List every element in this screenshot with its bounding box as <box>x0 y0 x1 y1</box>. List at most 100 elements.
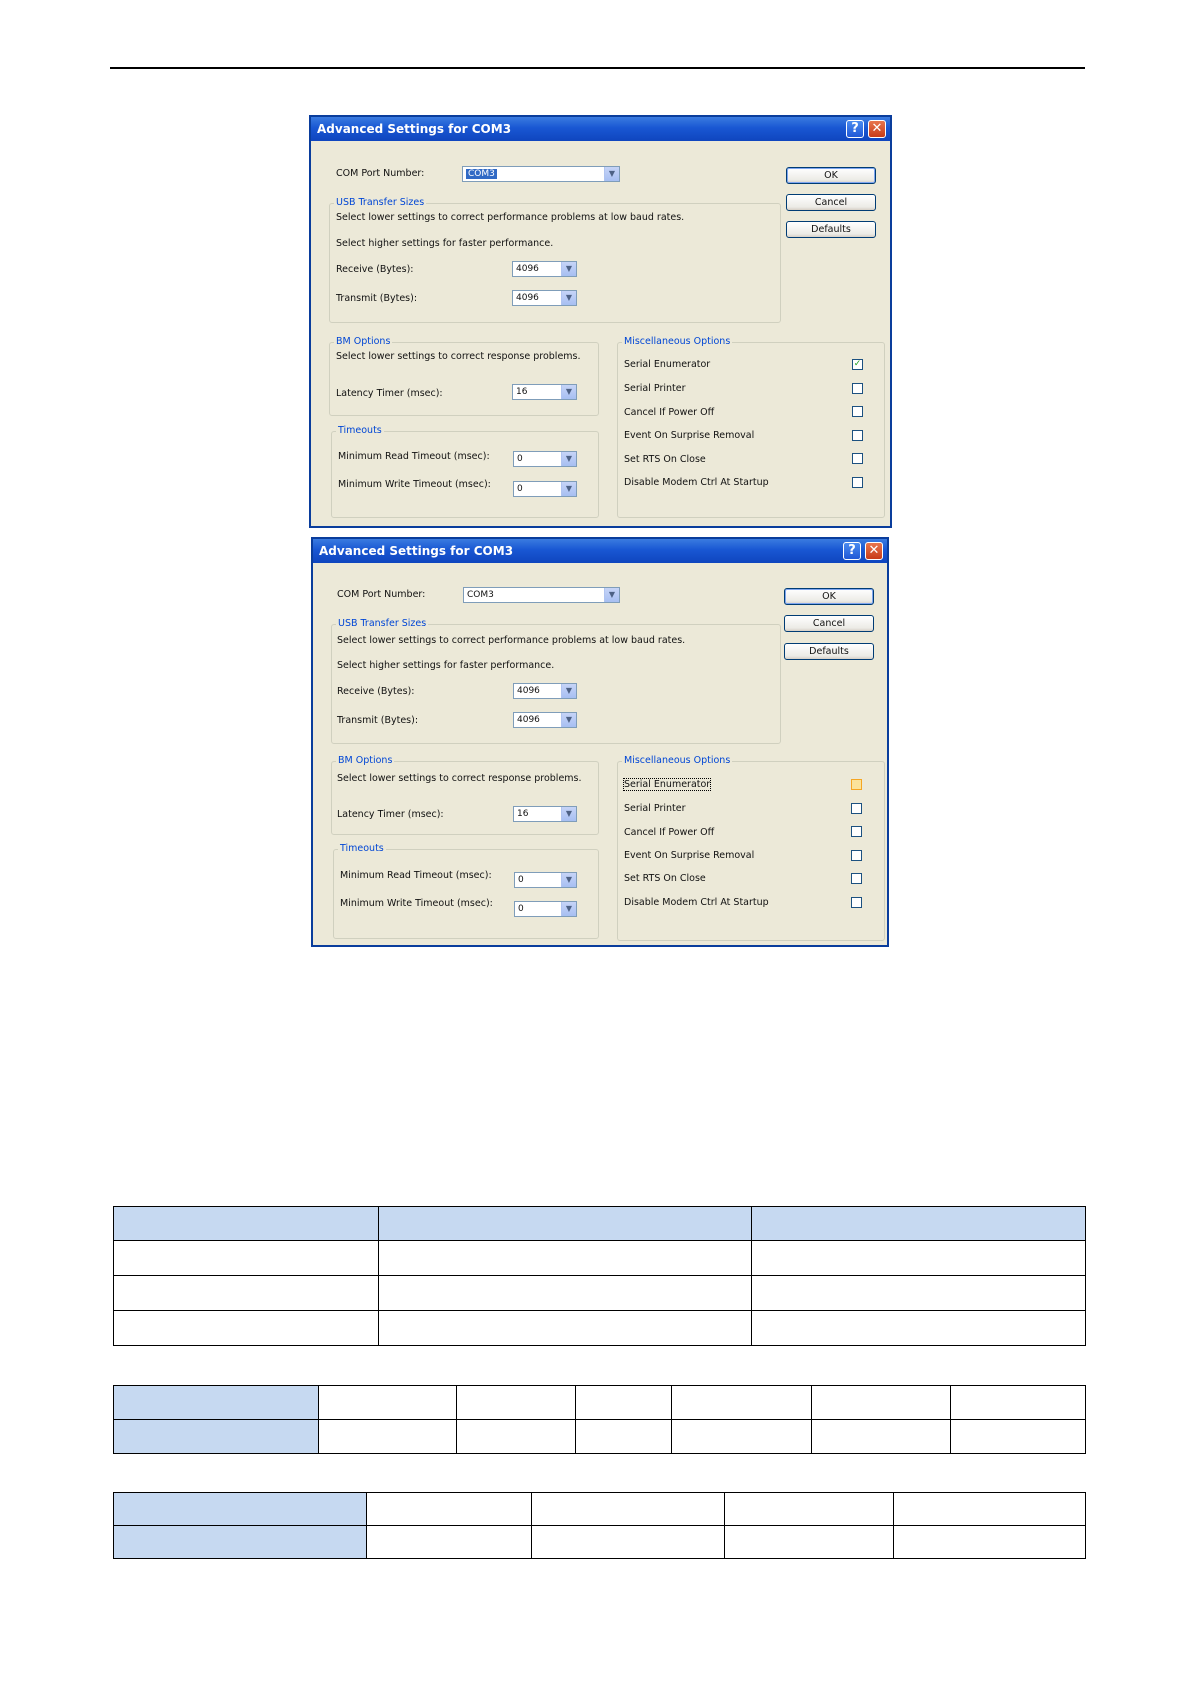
usb-note-higher: Select higher settings for faster perfor… <box>337 660 555 671</box>
misc-option-label: Disable Modem Ctrl At Startup <box>624 897 769 908</box>
chevron-down-icon[interactable]: ▼ <box>561 902 576 916</box>
close-icon[interactable]: ✕ <box>868 120 886 138</box>
table-row <box>113 1492 1086 1526</box>
usb-note-lower: Select lower settings to correct perform… <box>336 212 685 223</box>
table-1 <box>113 1206 1086 1346</box>
dialog-title-bar[interactable]: Advanced Settings for COM3 <box>311 117 890 141</box>
misc-group-legend: Miscellaneous Options <box>622 336 733 347</box>
bm-group-legend: BM Options <box>336 755 395 766</box>
write-timeout-label: Minimum Write Timeout (msec): <box>340 898 493 909</box>
latency-value: 16 <box>517 809 529 819</box>
advanced-settings-dialog-1: Advanced Settings for COM3 ? ✕ COM Port … <box>309 115 892 528</box>
transmit-label: Transmit (Bytes): <box>337 715 419 726</box>
checkbox-serial-enumerator[interactable]: ✓ <box>852 359 863 370</box>
table-cell <box>318 1419 457 1454</box>
help-icon[interactable]: ? <box>846 120 864 138</box>
misc-option-label: Serial Printer <box>624 383 686 394</box>
table-header-cell <box>113 1385 319 1420</box>
read-timeout-select[interactable]: 0 ▼ <box>513 451 577 467</box>
table-header-row <box>113 1206 1086 1241</box>
checkbox-set-rts-on-close[interactable] <box>851 873 862 884</box>
cancel-button[interactable]: Cancel <box>784 615 874 632</box>
defaults-button[interactable]: Defaults <box>784 643 874 660</box>
misc-option-label: Event On Surprise Removal <box>624 850 755 861</box>
close-icon[interactable]: ✕ <box>865 542 883 560</box>
table-cell <box>531 1525 725 1559</box>
read-timeout-select[interactable]: 0 ▼ <box>514 872 577 888</box>
table-cell <box>671 1419 812 1454</box>
checkbox-serial-enumerator[interactable] <box>851 779 862 790</box>
latency-select[interactable]: 16 ▼ <box>512 384 577 400</box>
misc-option-label: Set RTS On Close <box>624 873 706 884</box>
chevron-down-icon[interactable]: ▼ <box>561 684 576 698</box>
receive-select[interactable]: 4096 ▼ <box>513 683 577 699</box>
chevron-down-icon[interactable]: ▼ <box>561 713 576 727</box>
usb-group-legend: USB Transfer Sizes <box>334 197 427 208</box>
chevron-down-icon[interactable]: ▼ <box>604 167 619 181</box>
timeouts-group-legend: Timeouts <box>336 425 384 436</box>
chevron-down-icon[interactable]: ▼ <box>561 873 576 887</box>
table-row <box>113 1275 1086 1311</box>
read-timeout-value: 0 <box>517 454 523 464</box>
latency-label: Latency Timer (msec): <box>337 809 444 820</box>
defaults-button[interactable]: Defaults <box>786 221 876 238</box>
checkbox-serial-printer[interactable] <box>851 803 862 814</box>
checkbox-event-on-surprise-removal[interactable] <box>851 850 862 861</box>
table-cell <box>811 1419 951 1454</box>
misc-option-label: Set RTS On Close <box>624 454 706 465</box>
table-header-cell <box>113 1206 379 1241</box>
misc-option-label: Cancel If Power Off <box>624 827 715 838</box>
help-icon[interactable]: ? <box>843 542 861 560</box>
table-cell <box>751 1240 1086 1276</box>
misc-option-label: Serial Enumerator <box>624 359 711 370</box>
chevron-down-icon[interactable]: ▼ <box>561 291 576 305</box>
table-cell <box>378 1240 752 1276</box>
com-port-label: COM Port Number: <box>336 168 425 179</box>
chevron-down-icon[interactable]: ▼ <box>561 452 576 466</box>
transmit-select[interactable]: 4096 ▼ <box>512 290 577 306</box>
table-cell <box>113 1275 379 1311</box>
dialog-title: Advanced Settings for COM3 <box>319 544 514 558</box>
table-row <box>113 1240 1086 1276</box>
dialog-title-bar[interactable]: Advanced Settings for COM3 <box>313 539 887 563</box>
checkbox-set-rts-on-close[interactable] <box>852 453 863 464</box>
table-cell <box>751 1310 1086 1346</box>
misc-option-label: Disable Modem Ctrl At Startup <box>624 477 769 488</box>
table-cell <box>113 1310 379 1346</box>
table-cell <box>811 1385 951 1420</box>
receive-label: Receive (Bytes): <box>337 686 415 697</box>
com-port-select[interactable]: COM3 ▼ <box>463 587 620 603</box>
chevron-down-icon[interactable]: ▼ <box>604 588 619 602</box>
checkbox-event-on-surprise-removal[interactable] <box>852 430 863 441</box>
usb-note-lower: Select lower settings to correct perform… <box>337 635 686 646</box>
checkbox-serial-printer[interactable] <box>852 383 863 394</box>
checkbox-disable-modem-ctrl[interactable] <box>852 477 863 488</box>
com-port-value: COM3 <box>466 169 497 179</box>
chevron-down-icon[interactable]: ▼ <box>561 385 576 399</box>
misc-group-legend: Miscellaneous Options <box>622 755 733 766</box>
table-cell <box>318 1385 457 1420</box>
write-timeout-select[interactable]: 0 ▼ <box>513 481 577 497</box>
com-port-select[interactable]: COM3 ▼ <box>462 166 620 182</box>
ok-button[interactable]: OK <box>786 167 876 184</box>
bm-note: Select lower settings to correct respons… <box>336 351 581 362</box>
table-header-cell <box>751 1206 1086 1241</box>
chevron-down-icon[interactable]: ▼ <box>561 807 576 821</box>
chevron-down-icon[interactable]: ▼ <box>561 482 576 496</box>
cancel-button[interactable]: Cancel <box>786 194 876 211</box>
write-timeout-select[interactable]: 0 ▼ <box>514 901 577 917</box>
checkbox-cancel-if-power-off[interactable] <box>851 826 862 837</box>
checkbox-cancel-if-power-off[interactable] <box>852 406 863 417</box>
transmit-select[interactable]: 4096 ▼ <box>513 712 577 728</box>
page-header-rule <box>110 67 1085 69</box>
ok-button[interactable]: OK <box>784 588 874 605</box>
table-header-cell <box>113 1525 367 1559</box>
checkbox-disable-modem-ctrl[interactable] <box>851 897 862 908</box>
receive-select[interactable]: 4096 ▼ <box>512 261 577 277</box>
table-cell <box>724 1525 894 1559</box>
table-cell <box>950 1385 1086 1420</box>
table-cell <box>378 1310 752 1346</box>
chevron-down-icon[interactable]: ▼ <box>561 262 576 276</box>
latency-select[interactable]: 16 ▼ <box>513 806 577 822</box>
table-cell <box>456 1419 576 1454</box>
